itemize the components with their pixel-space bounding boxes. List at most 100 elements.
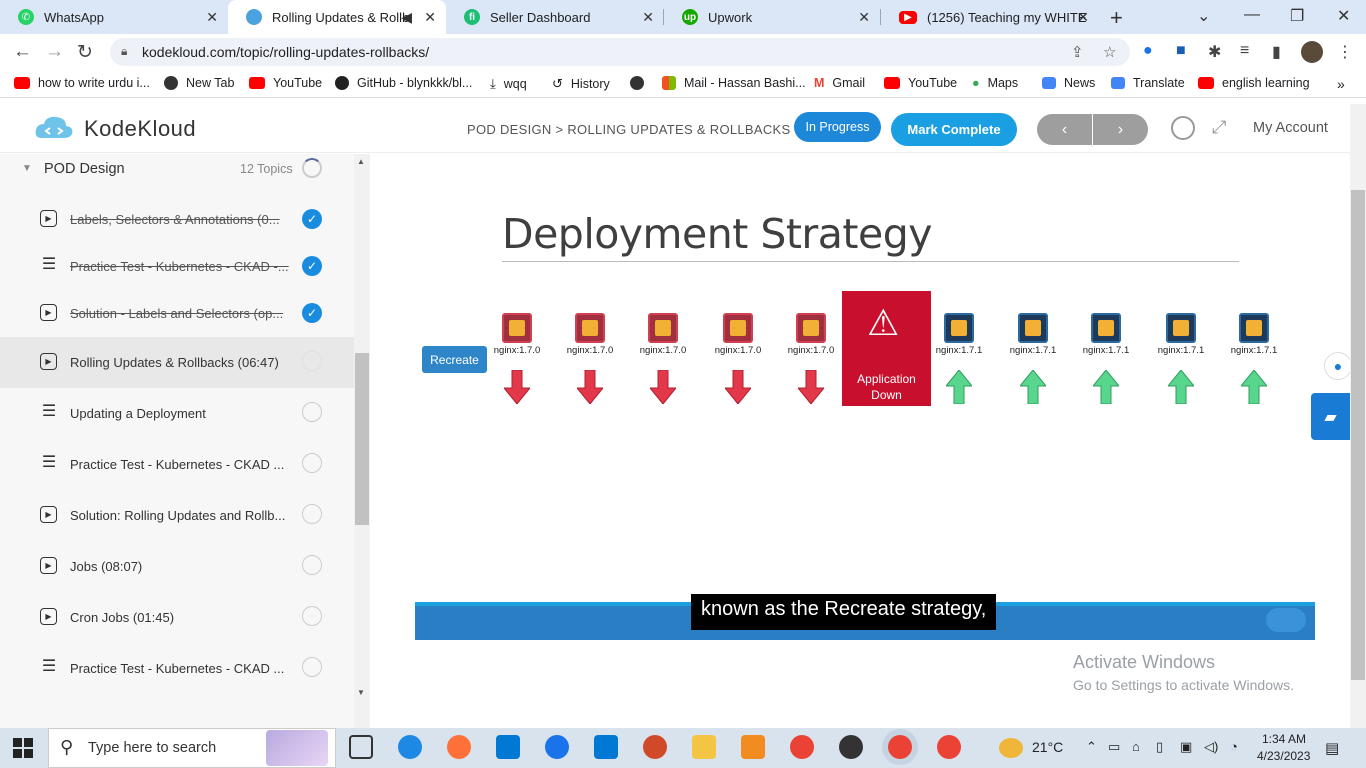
close-window-button[interactable]: ✕ — [1337, 6, 1350, 26]
bookmark-gmail[interactable]: M Gmail — [814, 76, 865, 90]
expand-icon[interactable]: ⤢ — [1212, 117, 1226, 138]
sidebar-item-rolling-updates[interactable]: ▶ Rolling Updates & Rollbacks (06:47) — [0, 337, 354, 388]
mark-complete-button[interactable]: Mark Complete — [891, 113, 1017, 146]
close-icon[interactable]: ✕ — [206, 9, 218, 26]
camera-icon[interactable] — [839, 735, 863, 759]
tab-title: (1256) Teaching my WHITE fr — [927, 9, 1087, 25]
puzzle-icon[interactable]: ✱ — [1208, 42, 1221, 62]
star-icon[interactable]: ☆ — [1103, 43, 1116, 61]
close-icon[interactable]: ✕ — [1077, 9, 1089, 26]
task-view-icon[interactable] — [349, 735, 373, 759]
app-icon[interactable] — [545, 735, 569, 759]
scroll-down-icon[interactable]: ▼ — [357, 688, 365, 697]
speaker-icon[interactable]: ◀ — [401, 9, 412, 26]
sidebar-item-solution-labels[interactable]: ▶ Solution - Labels and Selectors (op...… — [0, 288, 354, 339]
download-extension-icon[interactable]: ■ — [1176, 42, 1186, 60]
side-panel-icon[interactable]: ▮ — [1272, 42, 1281, 62]
bookmark-new-tab[interactable]: New Tab — [164, 76, 234, 90]
bookmark-youtube[interactable]: YouTube — [249, 76, 322, 90]
bookmark-wqq[interactable]: ⤓ wqq — [490, 76, 527, 92]
tab-search-icon[interactable]: ⌄ — [1197, 6, 1210, 26]
new-tab-button[interactable]: + — [1110, 5, 1123, 31]
menu-icon[interactable]: ⋮ — [1337, 42, 1353, 62]
battery-icon[interactable]: ▯ — [1156, 739, 1163, 755]
forward-button[interactable]: → — [45, 41, 64, 63]
chat-button[interactable]: ▰ — [1311, 393, 1350, 440]
microphone-extension-icon[interactable]: ● — [1143, 42, 1153, 60]
tab-whatsapp[interactable]: ✆ WhatsApp ✕ — [0, 0, 228, 34]
kodekloud-logo-icon[interactable] — [34, 114, 74, 142]
dark-mode-icon[interactable] — [1171, 116, 1195, 140]
show-hidden-icons-icon[interactable]: ⌃ — [1086, 739, 1097, 755]
minimize-button[interactable]: — — [1244, 6, 1260, 24]
bookmark-history[interactable]: ↺ History — [552, 76, 610, 92]
notifications-icon[interactable]: ▤ — [1325, 739, 1339, 757]
bookmark-news[interactable]: News — [1042, 76, 1095, 90]
windows-start-icon[interactable] — [13, 738, 33, 758]
store-icon[interactable] — [496, 735, 520, 759]
chrome-profile-icon[interactable] — [937, 735, 961, 759]
restore-button[interactable]: ❐ — [1290, 6, 1304, 26]
weather-temp[interactable]: 21°C — [1032, 739, 1063, 755]
section-title[interactable]: POD Design — [44, 161, 125, 177]
bookmark-maps[interactable]: ● Maps — [972, 76, 1018, 90]
sidebar-scroll-thumb[interactable] — [355, 353, 369, 525]
chrome-active-icon[interactable] — [888, 735, 912, 759]
volume-icon[interactable]: ◁) — [1204, 739, 1218, 755]
close-icon[interactable]: ✕ — [424, 9, 436, 26]
bookmark-github[interactable]: GitHub - blynkkk/bl... — [335, 76, 472, 90]
bookmark-youtube-2[interactable]: YouTube — [884, 76, 957, 90]
back-button[interactable]: ← — [13, 41, 32, 63]
bookmark-mail[interactable]: Mail - Hassan Bashi... — [662, 76, 806, 90]
file-explorer-icon[interactable] — [692, 735, 716, 759]
share-icon[interactable]: ⇪ — [1071, 43, 1084, 61]
close-icon[interactable]: ✕ — [858, 9, 870, 26]
next-topic-button[interactable]: › — [1093, 114, 1148, 145]
vlc-icon[interactable] — [741, 735, 765, 759]
lock-icon[interactable]: 🔒︎ — [121, 44, 127, 59]
page-scroll-thumb[interactable] — [1351, 190, 1365, 680]
sidebar-item-updating-deployment[interactable]: ☰ Updating a Deployment — [0, 388, 354, 439]
display-icon[interactable]: ▣ — [1180, 739, 1192, 755]
taskbar-search-placeholder[interactable]: Type here to search — [88, 740, 216, 756]
close-icon[interactable]: ✕ — [642, 9, 654, 26]
my-account-link[interactable]: My Account — [1253, 120, 1328, 136]
mail-icon[interactable] — [594, 735, 618, 759]
tab-youtube[interactable]: ▶ (1256) Teaching my WHITE fr ✕ — [881, 0, 1099, 34]
sidebar-item-practice-test-3[interactable]: ☰ Practice Test - Kubernetes - CKAD ... — [0, 643, 354, 694]
firefox-icon[interactable] — [447, 735, 471, 759]
edge-icon[interactable] — [398, 735, 422, 759]
url-text[interactable]: kodekloud.com/topic/rolling-updates-roll… — [142, 44, 429, 60]
previous-topic-button[interactable]: ‹ — [1037, 114, 1092, 145]
tab-seller-dashboard[interactable]: fi Seller Dashboard ✕ — [446, 0, 664, 34]
tab-kodekloud[interactable]: Rolling Updates & Rollba ◀ ✕ — [228, 0, 446, 34]
app-icon-2[interactable] — [643, 735, 667, 759]
weather-icon[interactable] — [999, 738, 1023, 758]
sidebar-item-labels-selectors[interactable]: ▶ Labels, Selectors & Annotations (0... … — [0, 194, 354, 245]
collapse-icon[interactable]: ▼ — [22, 163, 32, 174]
bookmark-translate[interactable]: Translate — [1111, 76, 1185, 90]
sidebar-item-jobs[interactable]: ▶ Jobs (08:07) — [0, 541, 354, 592]
clock-date[interactable]: 4/23/2023 — [1257, 749, 1310, 763]
wifi-icon[interactable]: ◔ — [1230, 739, 1238, 754]
microphone-icon[interactable]: ● — [1324, 352, 1352, 380]
sidebar-item-cron-jobs[interactable]: ▶ Cron Jobs (01:45) — [0, 592, 354, 643]
sidebar-item-solution-rolling[interactable]: ▶ Solution: Rolling Updates and Rollb... — [0, 490, 354, 541]
network-device-icon[interactable]: ▭ — [1108, 739, 1120, 755]
bookmark-urdu[interactable]: how to write urdu i... — [14, 76, 150, 90]
bookmark-globe[interactable] — [630, 76, 652, 90]
bookmark-english[interactable]: english learning — [1198, 76, 1310, 90]
usb-icon[interactable]: ⌂ — [1132, 739, 1140, 754]
chrome-icon[interactable] — [790, 735, 814, 759]
logo-text[interactable]: KodeKloud — [84, 116, 196, 142]
completed-check-icon: ✓ — [302, 303, 322, 323]
reload-button[interactable]: ↻ — [77, 41, 93, 64]
tab-upwork[interactable]: up Upwork ✕ — [664, 0, 880, 34]
sidebar-item-practice-test-2[interactable]: ☰ Practice Test - Kubernetes - CKAD ... — [0, 439, 354, 490]
sidebar-item-practice-test-1[interactable]: ☰ Practice Test - Kubernetes - CKAD -...… — [0, 241, 354, 292]
avatar[interactable] — [1301, 41, 1323, 63]
more-bookmarks-icon[interactable]: » — [1337, 76, 1345, 92]
clock-time[interactable]: 1:34 AM — [1262, 732, 1306, 746]
scroll-up-icon[interactable]: ▲ — [357, 157, 365, 166]
media-icon[interactable]: ≡ — [1240, 42, 1249, 60]
